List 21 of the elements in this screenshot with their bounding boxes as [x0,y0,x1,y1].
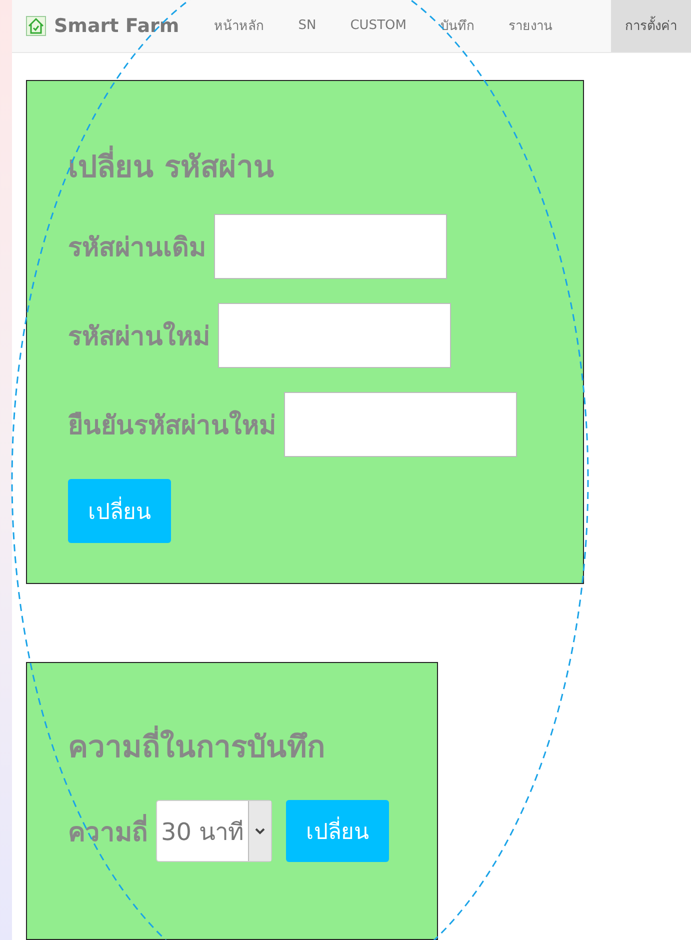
nav-link[interactable]: SN [281,0,334,52]
field-label: ความถี่ [68,810,148,852]
brand-name[interactable]: Smart Farm [54,14,180,37]
password-field[interactable] [218,303,451,368]
frequency-dropdown[interactable]: 30 นาที [156,800,272,862]
nav-link[interactable]: หน้าหลัก [197,0,282,52]
nav-link[interactable]: บันทึก [423,0,492,52]
password-field[interactable] [284,392,517,458]
field-label: รหัสผ่านใหม่ [68,320,210,354]
password-field[interactable] [214,214,447,280]
nav-link[interactable]: CUSTOM [333,0,424,52]
card-title: เปลี่ยน รหัสผ่าน [68,143,543,190]
change-button[interactable]: เปลี่ยน [68,479,171,544]
nav-link[interactable]: รายงาน [491,0,570,52]
chevron-down-icon [255,828,266,835]
nav-link[interactable]: การตั้งค่า [611,0,691,52]
card-title: ความถี่ในการบันทึก [68,723,397,770]
field-label: รหัสผ่านเดิม [68,232,206,266]
field-label: ยืนยันรหัสผ่านใหม่ [68,409,276,444]
change-button[interactable]: เปลี่ยน [286,800,390,862]
house-icon [26,16,46,36]
